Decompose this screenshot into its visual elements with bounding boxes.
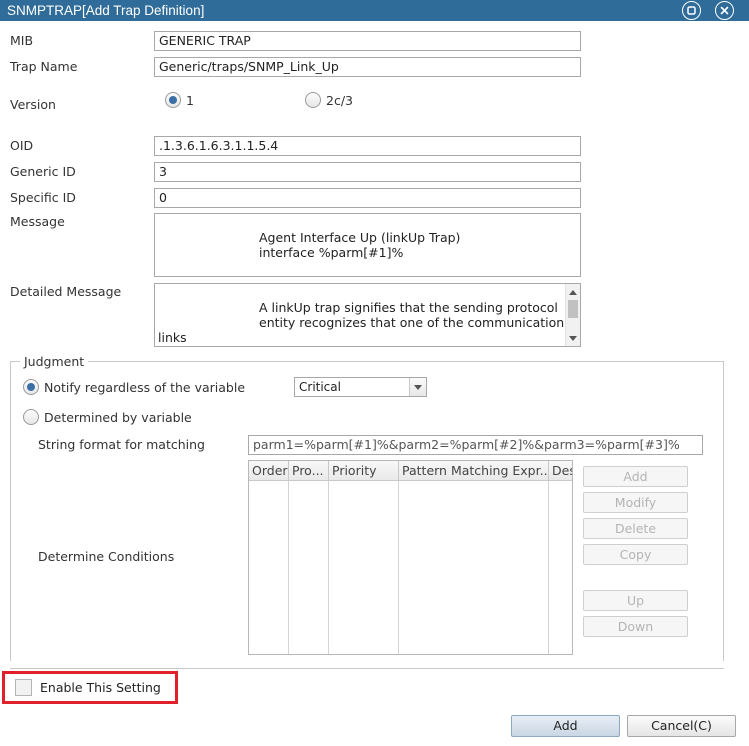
add-button[interactable]: Add xyxy=(511,715,620,737)
specific-id-field[interactable]: 0 xyxy=(154,188,581,208)
mib-label: MIB xyxy=(10,33,34,48)
scroll-down-icon[interactable] xyxy=(566,331,580,345)
column-header-priority[interactable]: Priority xyxy=(329,461,399,481)
string-format-field[interactable]: parm1=%parm[#1]%&parm2=%parm[#2]%&parm3=… xyxy=(248,435,703,455)
generic-id-label: Generic ID xyxy=(10,164,76,179)
restore-icon[interactable] xyxy=(682,1,701,20)
mib-field[interactable]: GENERIC TRAP xyxy=(154,31,581,51)
column-header-order[interactable]: Order xyxy=(249,461,289,481)
chevron-down-icon[interactable] xyxy=(409,378,426,396)
judgment-legend: Judgment xyxy=(20,354,89,369)
enable-setting-checkbox[interactable] xyxy=(15,679,32,696)
window-titlebar: SNMPTRAP[Add Trap Definition] xyxy=(0,0,749,21)
detailed-scrollbar[interactable] xyxy=(565,284,580,346)
scroll-up-icon[interactable] xyxy=(566,285,580,299)
column-divider xyxy=(548,481,549,654)
determined-by-variable-label: Determined by variable xyxy=(44,410,192,425)
version-2c3-radio[interactable] xyxy=(305,92,321,108)
condition-copy-button[interactable]: Copy xyxy=(583,544,688,565)
detailed-line: links xyxy=(158,330,187,345)
condition-up-button[interactable]: Up xyxy=(583,590,688,611)
column-header-pattern[interactable]: Pattern Matching Expr... xyxy=(399,461,549,481)
conditions-table[interactable]: Order Pro... Priority Pattern Matching E… xyxy=(248,460,573,655)
notify-regardless-radio[interactable] xyxy=(23,379,39,395)
close-icon[interactable] xyxy=(715,1,734,20)
column-header-pro[interactable]: Pro... xyxy=(289,461,329,481)
condition-add-button[interactable]: Add xyxy=(583,466,688,487)
condition-modify-button[interactable]: Modify xyxy=(583,492,688,513)
conditions-table-header: Order Pro... Priority Pattern Matching E… xyxy=(249,461,572,481)
oid-label: OID xyxy=(10,138,34,153)
footer-divider xyxy=(10,668,724,669)
string-format-label: String format for matching xyxy=(38,437,205,452)
column-divider xyxy=(328,481,329,654)
message-line: Agent Interface Up (linkUp Trap) xyxy=(259,230,461,245)
message-label: Message xyxy=(10,214,65,229)
oid-field[interactable]: .1.3.6.1.6.3.1.1.5.4 xyxy=(154,136,581,156)
column-header-des[interactable]: Des xyxy=(549,461,572,481)
determined-by-variable-radio[interactable] xyxy=(23,409,39,425)
trap-name-label: Trap Name xyxy=(10,59,78,74)
detailed-line: A linkUp trap signifies that the sending… xyxy=(259,300,558,315)
version-label: Version xyxy=(10,97,56,112)
detailed-message-label: Detailed Message xyxy=(10,284,122,299)
column-divider xyxy=(288,481,289,654)
cancel-button[interactable]: Cancel(C) xyxy=(627,715,736,737)
detailed-line: entity recognizes that one of the commun… xyxy=(259,315,565,330)
specific-id-label: Specific ID xyxy=(10,190,76,205)
version-1-radio[interactable] xyxy=(165,92,181,108)
message-textarea[interactable]: Agent Interface Up (linkUp Trap) interfa… xyxy=(154,213,581,277)
enable-setting-label: Enable This Setting xyxy=(40,680,161,695)
version-1-label: 1 xyxy=(186,93,194,108)
determine-conditions-label: Determine Conditions xyxy=(38,549,175,564)
severity-value: Critical xyxy=(299,380,341,394)
scroll-thumb[interactable] xyxy=(568,300,578,318)
version-2c3-label: 2c/3 xyxy=(326,93,353,108)
severity-select[interactable]: Critical xyxy=(294,377,427,397)
column-divider xyxy=(398,481,399,654)
generic-id-field[interactable]: 3 xyxy=(154,162,581,182)
window-title: SNMPTRAP[Add Trap Definition] xyxy=(7,3,205,18)
notify-regardless-label: Notify regardless of the variable xyxy=(44,380,246,395)
message-line: interface %parm[#1]% xyxy=(259,245,404,260)
detailed-message-textarea[interactable]: A linkUp trap signifies that the sending… xyxy=(154,283,581,347)
trap-name-field[interactable]: Generic/traps/SNMP_Link_Up xyxy=(154,57,581,77)
condition-delete-button[interactable]: Delete xyxy=(583,518,688,539)
condition-down-button[interactable]: Down xyxy=(583,616,688,637)
